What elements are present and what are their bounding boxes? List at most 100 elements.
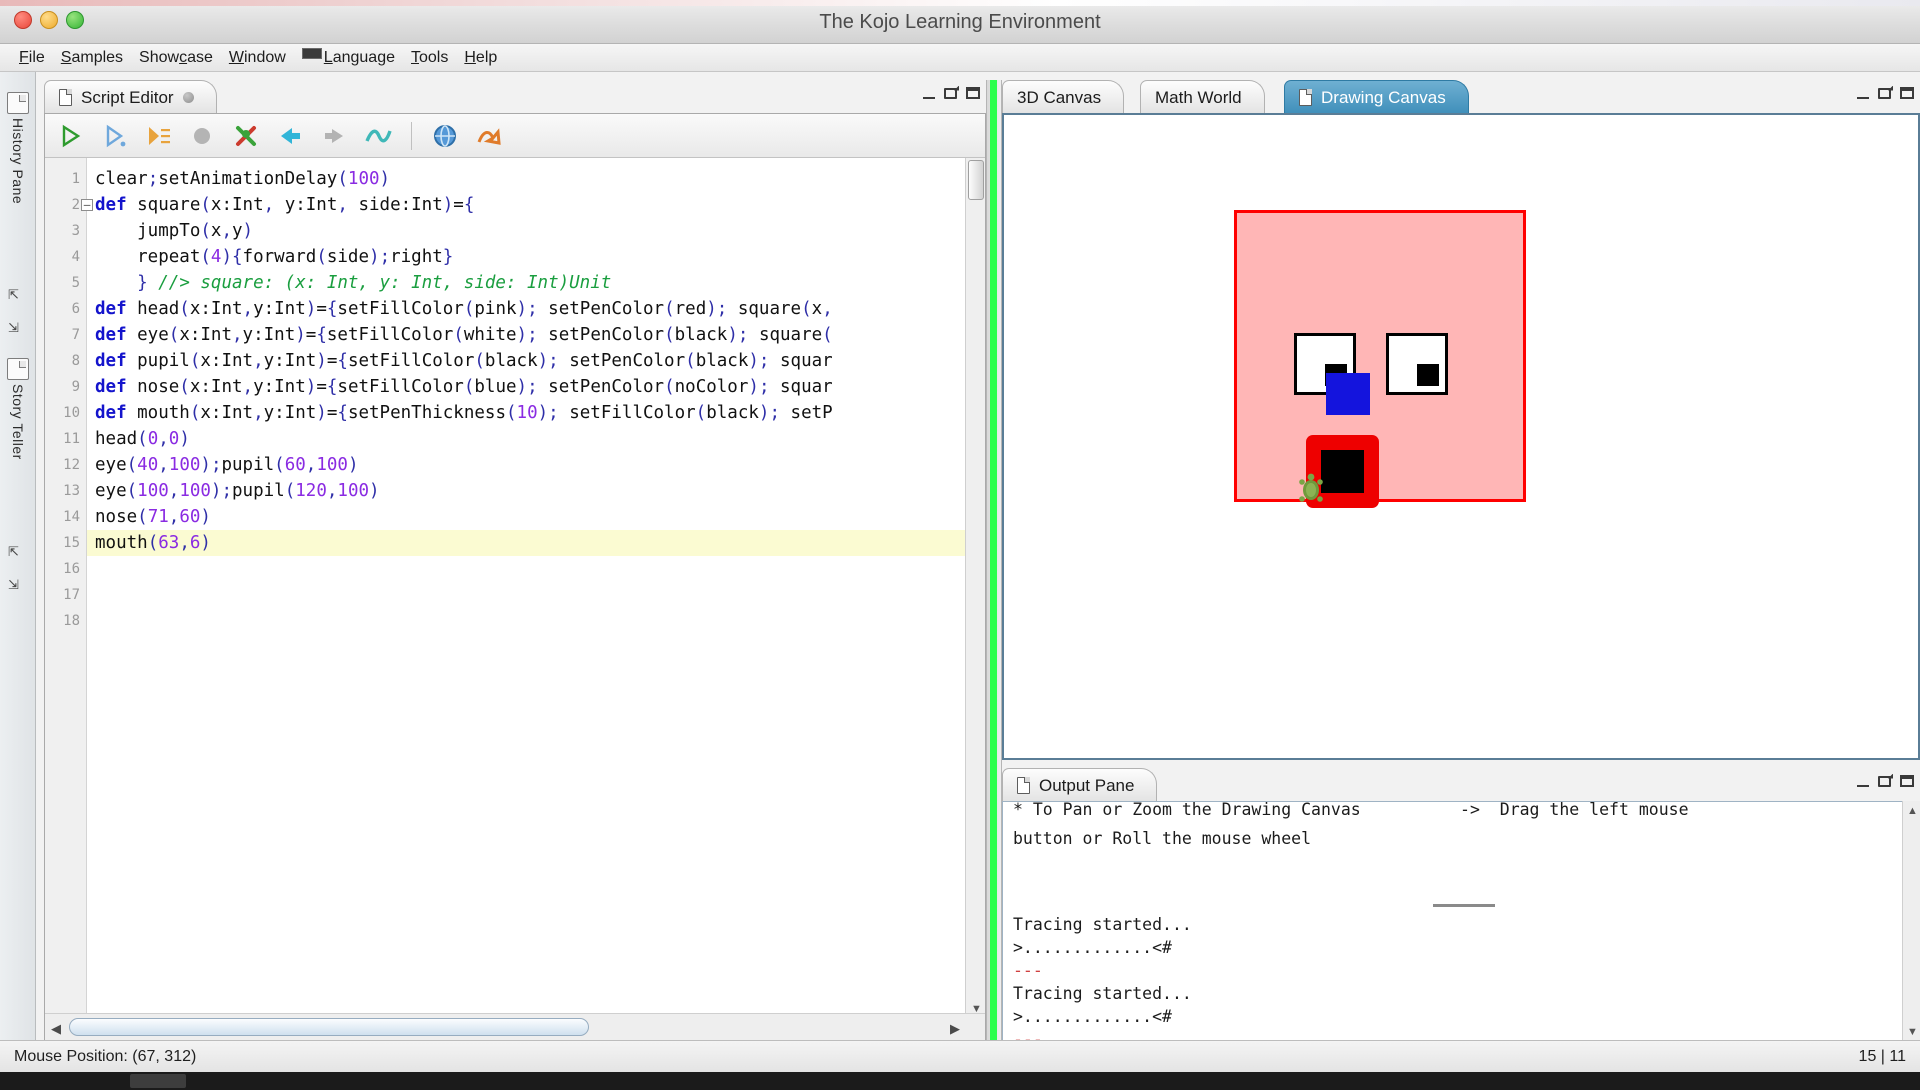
menu-window[interactable]: Window [222, 47, 293, 69]
stop-script-button[interactable] [187, 121, 217, 151]
code-line[interactable]: eye(100,100);pupil(120,100) [87, 478, 985, 504]
splitter-highlight [990, 80, 997, 1042]
tab-3d-canvas[interactable]: 3D Canvas [1002, 80, 1125, 114]
output-text-area[interactable]: * To Pan or Zoom the Drawing Canvas -> D… [1002, 801, 1920, 1042]
taskbar-item[interactable] [130, 1074, 186, 1088]
sidebar-item-story-teller[interactable]: Story Teller [3, 352, 33, 462]
editor-horizontal-scrollbar[interactable]: ◀ ▶ [45, 1013, 985, 1041]
editor-vscroll-thumb[interactable] [968, 160, 984, 200]
face-head-square [1234, 210, 1526, 502]
output-vscroll-down-arrow[interactable]: ▼ [1907, 1026, 1918, 1038]
menu-file[interactable]: File [12, 47, 52, 69]
code-editor[interactable]: 1 2– 3 4 5 6 7 8 9 10 11 12 13 14 15 16 17 18 clear;setAn… [45, 158, 985, 1013]
run-as-worksheet-button[interactable] [143, 121, 173, 151]
output-line: * To Pan or Zoom the Drawing Canvas -> D… [1013, 801, 1689, 819]
tab-script-editor[interactable]: Script Editor [44, 80, 217, 114]
float-icon[interactable] [1878, 775, 1891, 787]
canvas-window-controls[interactable] [1857, 87, 1914, 99]
menu-showcase[interactable]: Showcase [132, 47, 220, 69]
line-number: 16 [63, 561, 80, 577]
unsaved-indicator-icon [182, 92, 194, 103]
menu-help[interactable]: Help [457, 47, 504, 69]
tab-label: Math World [1155, 87, 1242, 107]
output-vertical-scrollbar[interactable]: ▲ ▼ [1902, 801, 1920, 1042]
float-icon[interactable] [1878, 87, 1891, 99]
clear-output-button[interactable] [231, 121, 261, 151]
code-lines[interactable]: clear;setAnimationDelay(100) def square(x… [87, 158, 985, 1013]
code-line[interactable]: def eye(x:Int,y:Int)={setFillColor(white… [87, 322, 985, 348]
script-editor-tabstrip: Script Editor [44, 80, 986, 114]
code-line[interactable]: clear;setAnimationDelay(100) [87, 166, 985, 192]
code-line[interactable]: } //> square: (x: Int, y: Int, side: Int… [87, 270, 985, 296]
tab-label: Output Pane [1039, 775, 1135, 795]
redo-button[interactable] [319, 121, 349, 151]
editor-hscroll-thumb[interactable] [69, 1018, 589, 1036]
undo-button[interactable] [275, 121, 305, 151]
history-float-icon[interactable]: ⇲ [8, 320, 19, 336]
editor-hscroll-right-arrow[interactable]: ▶ [950, 1021, 960, 1037]
code-line[interactable]: jumpTo(x,y) [87, 218, 985, 244]
output-line: >.............<# [1013, 1007, 1172, 1026]
line-number: 18 [63, 613, 80, 629]
left-dock-rail: History Pane ⇱ ⇲ Story Teller ⇱ ⇲ [0, 72, 36, 1070]
story-pin-icon[interactable]: ⇱ [8, 544, 19, 560]
face-right-pupil [1417, 364, 1439, 386]
code-line[interactable]: eye(40,100);pupil(60,100) [87, 452, 985, 478]
code-line[interactable]: def square(x:Int, y:Int, side:Int)={ [87, 192, 985, 218]
code-line[interactable]: def mouth(x:Int,y:Int)={setPenThickness(… [87, 400, 985, 426]
os-taskbar [0, 1072, 1920, 1090]
code-line[interactable] [87, 582, 985, 608]
code-line[interactable]: head(0,0) [87, 426, 985, 452]
output-line: --- [1013, 961, 1043, 980]
code-line[interactable]: mouth(63,6) [87, 530, 985, 556]
code-line[interactable] [87, 556, 985, 582]
code-line[interactable]: def head(x:Int,y:Int)={setFillColor(pink… [87, 296, 985, 322]
line-number: 8 [71, 353, 80, 369]
line-number: 3 [71, 223, 80, 239]
menu-tools[interactable]: Tools [404, 47, 455, 69]
output-vscroll-up-arrow[interactable]: ▲ [1907, 805, 1918, 817]
minimize-icon[interactable] [923, 96, 935, 99]
code-line[interactable]: repeat(4){forward(side);right} [87, 244, 985, 270]
maximize-icon[interactable] [1900, 775, 1914, 787]
line-number: 4 [71, 249, 80, 265]
sidebar-item-history-pane[interactable]: History Pane [3, 86, 33, 206]
line-number-gutter: 1 2– 3 4 5 6 7 8 9 10 11 12 13 14 15 16 17 18 [45, 158, 93, 1013]
code-line[interactable]: def nose(x:Int,y:Int)={setFillColor(blue… [87, 374, 985, 400]
face-nose [1326, 373, 1370, 415]
code-line[interactable]: nose(71,60) [87, 504, 985, 530]
tab-drawing-canvas[interactable]: Drawing Canvas [1284, 80, 1469, 114]
drawing-canvas[interactable] [1002, 113, 1920, 760]
tab-output-pane[interactable]: Output Pane [1002, 768, 1158, 802]
editor-vertical-scrollbar[interactable]: ▼ [965, 158, 985, 1015]
output-line: >.............<# [1013, 938, 1172, 957]
output-window-controls[interactable] [1857, 775, 1914, 787]
maximize-icon[interactable] [1900, 87, 1914, 99]
script-editor-panel: Script Editor 1 2 – 3 4 5 6 7 8 9 10 11 … [44, 80, 986, 1042]
line-number: 5 [71, 275, 80, 291]
editor-hscroll-left-arrow[interactable]: ◀ [51, 1021, 61, 1037]
line-number: 9 [71, 379, 80, 395]
history-pin-icon[interactable]: ⇱ [8, 287, 19, 303]
sidebar-item-label: Story Teller [10, 384, 26, 460]
run-incrementally-button[interactable] [99, 121, 129, 151]
maximize-icon[interactable] [966, 87, 980, 99]
upload-button[interactable] [474, 121, 504, 151]
menu-language[interactable]: Language [295, 47, 402, 69]
minimize-icon[interactable] [1857, 96, 1869, 99]
format-code-button[interactable] [363, 121, 393, 151]
script-editor-window-controls[interactable] [923, 87, 980, 99]
story-float-icon[interactable]: ⇲ [8, 577, 19, 593]
output-line: button or Roll the mouse wheel [1013, 829, 1312, 848]
tab-math-world[interactable]: Math World [1140, 80, 1265, 114]
code-line[interactable]: def pupil(x:Int,y:Int)={setFillColor(bla… [87, 348, 985, 374]
float-icon[interactable] [944, 87, 957, 99]
code-line[interactable] [87, 608, 985, 634]
online-help-button[interactable] [430, 121, 460, 151]
minimize-icon[interactable] [1857, 784, 1869, 787]
menu-samples[interactable]: Samples [54, 47, 130, 69]
output-line: Tracing started... [1013, 915, 1192, 934]
run-script-button[interactable] [55, 121, 85, 151]
status-bar: Mouse Position: (67, 312) 15 | 11 [0, 1040, 1920, 1072]
